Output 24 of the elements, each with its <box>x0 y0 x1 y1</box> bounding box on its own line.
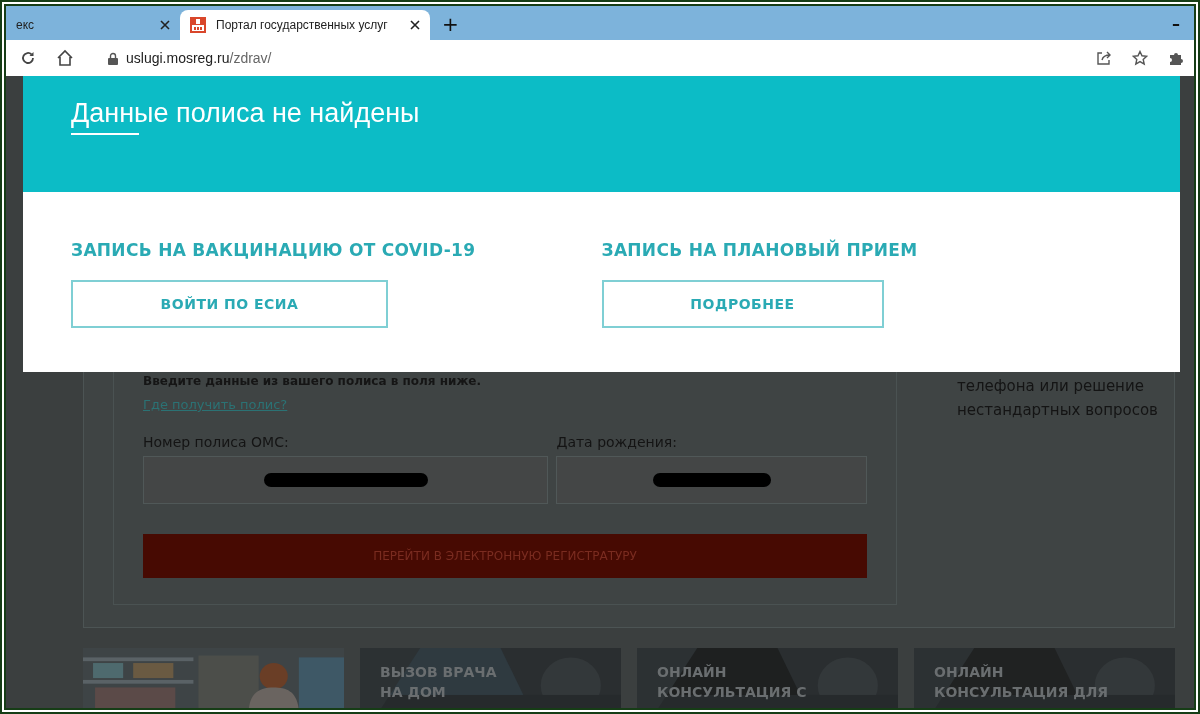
close-icon[interactable] <box>160 20 170 30</box>
card-title: ОНЛАЙН КОНСУЛЬТАЦИЯ С <box>657 663 808 702</box>
section-heading: ЗАПИСЬ НА ПЛАНОВЫЙ ПРИЕМ <box>601 240 919 260</box>
input-field[interactable] <box>143 456 549 504</box>
share-icon[interactable] <box>1096 50 1112 66</box>
card-title: ОНЛАЙН КОНСУЛЬТАЦИЯ ДЛЯ <box>934 663 1110 702</box>
new-tab-button[interactable]: + <box>430 10 471 40</box>
close-icon[interactable] <box>410 20 420 30</box>
building-icon <box>190 17 206 33</box>
card-title: ВЫЗОВ ВРАЧА НА ДОМ <box>380 663 498 702</box>
modal-title: Данные полиса не найдены <box>71 98 420 135</box>
browser-tab[interactable]: Портал государственных услуг <box>180 10 430 40</box>
star-icon[interactable] <box>1132 50 1148 66</box>
browser-tab[interactable]: екс <box>6 10 180 40</box>
home-icon[interactable] <box>56 49 74 67</box>
reload-icon[interactable] <box>20 50 36 66</box>
input-field[interactable] <box>556 456 867 504</box>
puzzle-icon[interactable] <box>1168 50 1184 66</box>
section-heading: ЗАПИСЬ НА ВАКЦИНАЦИЮ ОТ COVID-19 <box>71 240 477 260</box>
tab-title: екс <box>16 18 36 32</box>
tab-title: Портал государственных услуг <box>216 18 389 32</box>
lock-icon[interactable] <box>108 51 118 65</box>
minimize-button[interactable]: – <box>1172 13 1180 33</box>
address-bar[interactable]: uslugi.mosreg.ru/zdrav/ <box>126 50 272 66</box>
